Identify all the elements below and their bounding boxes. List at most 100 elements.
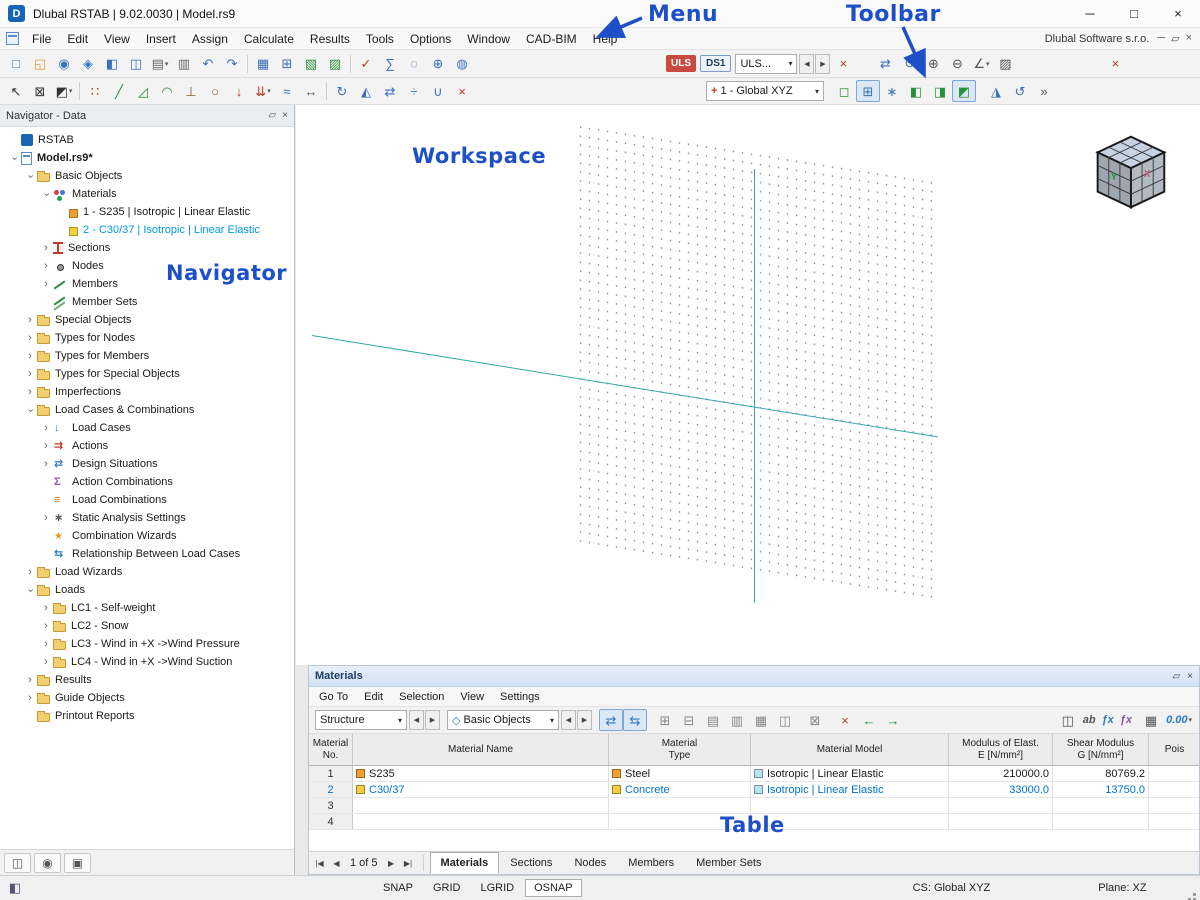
tree-item-results[interactable]: ›Results [0,671,294,689]
table-cell[interactable]: 1 [309,766,353,781]
tree-item-special-objects[interactable]: ›Special Objects [0,311,294,329]
work-plane-status[interactable]: Plane: XZ [1098,882,1146,894]
table-cell[interactable] [1149,798,1199,813]
table-cell[interactable] [1149,766,1199,781]
menu-options[interactable]: Options [402,28,459,49]
expander-icon[interactable]: › [40,621,52,632]
table-cell[interactable]: 2 [309,782,353,797]
column-header-no[interactable]: MaterialNo. [309,734,353,765]
menu-cad-bim[interactable]: CAD-BIM [518,28,585,49]
zoom-in-button[interactable]: ⊕ [921,53,945,75]
tree-item-load-wizards[interactable]: ›Load Wizards [0,563,294,581]
mdi-restore-icon[interactable]: ▱ [1171,32,1179,45]
table-filter-dropdown[interactable]: Structure▾ [315,710,407,730]
menu-file[interactable]: File [24,28,59,49]
dimension-button[interactable]: ↔ [299,80,323,102]
panel-menu-selection[interactable]: Selection [391,687,452,706]
calculate-all-button[interactable]: ∑ [378,53,402,75]
category-filter-dropdown[interactable]: ◇Basic Objects▾ [447,710,559,730]
table-cell[interactable] [949,814,1053,829]
table-cell[interactable] [353,798,609,813]
column-header-g-n-mm[interactable]: Shear ModulusG [N/mm²] [1053,734,1149,765]
save-button[interactable]: ◫ [124,53,148,75]
nodal-load-button[interactable]: ↓ [227,80,251,102]
tab-materials[interactable]: Materials [430,852,500,874]
menu-window[interactable]: Window [459,28,518,49]
find-replace-button[interactable]: ab [1080,710,1099,730]
table-cell[interactable] [609,798,751,813]
expander-icon[interactable]: › [40,657,52,668]
expander-icon[interactable]: › [40,513,52,524]
prev-page-button[interactable]: ◀ [328,854,345,872]
tree-item-types-for-members[interactable]: ›Types for Members [0,347,294,365]
table-cell[interactable]: Isotropic | Linear Elastic [751,766,949,781]
edit-connect-button[interactable]: ∪ [426,80,450,102]
next-filter-button[interactable]: ▶ [425,710,440,730]
expander-icon[interactable]: › [24,387,36,398]
import-table-button[interactable]: ← [857,709,881,731]
tree-item-load-cases-combinations[interactable]: ›Load Cases & Combinations [0,401,294,419]
new-hinge-button[interactable]: ○ [203,80,227,102]
tab-member-sets[interactable]: Member Sets [685,852,772,874]
expander-icon[interactable]: › [40,441,52,452]
freeze-columns-button[interactable]: ◫ [773,709,797,731]
table-cell[interactable] [751,798,949,813]
table-cell[interactable]: 4 [309,814,353,829]
check-model-button[interactable]: ✓ [354,53,378,75]
table-cell[interactable]: 80769.2 [1053,766,1149,781]
split-view-button[interactable]: ◫ [1056,709,1080,731]
member-load-button[interactable]: ⇊▾ [251,80,275,102]
decimal-places-button[interactable]: 0.00▾ [1163,710,1195,730]
views-panel-button[interactable]: ◉ [34,853,61,873]
show-tables-button[interactable]: ▦ [251,53,275,75]
plane-xz-button[interactable]: ◩ [952,80,976,102]
zoom-selection-button[interactable]: ◌ [402,53,426,75]
toggle-snap[interactable]: SNAP [374,879,422,897]
edit-move-button[interactable]: ⇄ [378,80,402,102]
formula-manager-button[interactable]: ƒx [1117,710,1135,730]
tree-item-combination-wizards[interactable]: Combination Wizards [0,527,294,545]
expander-icon[interactable]: › [24,315,36,326]
delete-all-rows-button[interactable]: × [833,709,857,731]
coordinate-system-status[interactable]: CS: Global XYZ [913,882,991,894]
tree-item-action-combinations[interactable]: Action Combinations [0,473,294,491]
print-button[interactable]: ▤▾ [148,53,172,75]
status-window-icon[interactable]: ◧ [5,879,25,897]
undo-button[interactable]: ↶ [196,53,220,75]
toggle-osnap[interactable]: OSNAP [525,879,582,897]
tree-item-sections[interactable]: ›Sections [0,239,294,257]
table-cell[interactable]: 13750.0 [1053,782,1149,797]
mirror-tool-button[interactable]: ◮ [984,80,1008,102]
tree-item-loads[interactable]: ›Loads [0,581,294,599]
menu-tools[interactable]: Tools [358,28,402,49]
expander-icon[interactable]: › [25,170,36,182]
column-header-material-model[interactable]: Material Model [751,734,949,765]
tree-item-printout-reports[interactable]: Printout Reports [0,707,294,725]
select-special-button[interactable]: ◩▾ [52,80,76,102]
column-header-pois[interactable]: Pois [1149,734,1199,765]
last-page-button[interactable]: ▶| [400,854,417,872]
first-page-button[interactable]: |◀ [311,854,328,872]
renumber-button[interactable]: ⊕ [426,53,450,75]
expander-icon[interactable]: › [40,603,52,614]
mdi-close-icon[interactable]: × [1186,32,1192,45]
coordinate-system-dropdown[interactable]: +1 - Global XYZ▾ [706,81,824,101]
menu-view[interactable]: View [96,28,138,49]
delete-results-button[interactable]: × [831,53,855,75]
panel-menu-settings[interactable]: Settings [492,687,548,706]
rotate-view-button[interactable]: ↻ [897,53,921,75]
tree-item-design-situations[interactable]: ›Design Situations [0,455,294,473]
table-manager-button[interactable]: ⊞ [275,53,299,75]
mdi-minimize-icon[interactable]: ─ [1157,32,1165,45]
expander-icon[interactable]: › [25,584,36,596]
close-panel-icon[interactable]: × [282,110,288,121]
expander-icon[interactable]: › [40,261,52,272]
menu-help[interactable]: Help [585,28,626,49]
table-cell[interactable]: 210000.0 [949,766,1053,781]
paste-row-button[interactable]: ▥ [725,709,749,731]
snap-settings-button[interactable]: ∗ [880,80,904,102]
menu-assign[interactable]: Assign [184,28,236,49]
new-node-button[interactable]: ∷ [83,80,107,102]
tree-item-basic-objects[interactable]: ›Basic Objects [0,167,294,185]
expander-icon[interactable]: › [40,459,52,470]
